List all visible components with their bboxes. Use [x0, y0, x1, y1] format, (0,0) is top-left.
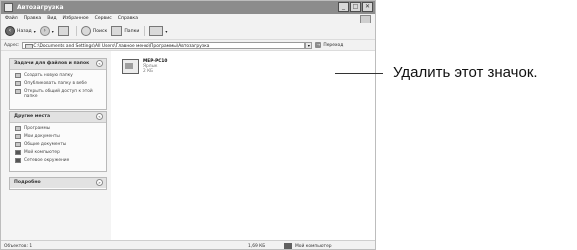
address-dropdown-button[interactable]: ▾ — [305, 41, 313, 49]
task-publish-web[interactable]: Опубликовать папку в вебе — [15, 81, 106, 86]
task-pane: Задачи для файлов и папок « Создать нову… — [1, 51, 111, 240]
collapse-icon[interactable]: « — [96, 113, 103, 120]
folder-icon — [25, 43, 34, 48]
collapse-icon[interactable]: « — [96, 60, 103, 67]
toolbar-divider — [75, 26, 77, 36]
other-places-panel-header[interactable]: Другие места « — [10, 112, 106, 123]
title-bar[interactable]: Автозагрузка _ □ ✕ — [1, 1, 375, 14]
menu-help[interactable]: Справка — [118, 16, 138, 21]
place-my-computer[interactable]: Мой компьютер — [15, 150, 106, 155]
back-arrow-icon: ‹ — [5, 26, 15, 36]
shared-documents-icon — [15, 142, 21, 147]
other-places-panel-title: Другие места — [14, 114, 51, 119]
place-label: Мой компьютер — [24, 150, 60, 155]
close-button[interactable]: ✕ — [362, 2, 373, 12]
search-icon — [80, 26, 91, 36]
toolbar: ‹ Назад ▾ › ▾ Поиск Папки ▾ — [1, 23, 375, 40]
tasks-panel: Задачи для файлов и папок « Создать нову… — [9, 58, 107, 110]
address-label: Адрес: — [4, 42, 20, 48]
network-icon — [15, 158, 21, 163]
forward-dropdown-icon[interactable]: ▾ — [52, 29, 54, 34]
back-button[interactable]: ‹ Назад ▾ — [5, 26, 36, 36]
new-folder-icon — [15, 73, 21, 78]
folder-up-icon — [57, 26, 69, 36]
views-icon — [149, 26, 164, 36]
folders-button[interactable]: Папки — [111, 26, 139, 36]
tasks-panel-title: Задачи для файлов и папок — [14, 61, 90, 66]
address-bar: Адрес: C:\Documents and Settings\All Use… — [1, 40, 375, 51]
details-panel-header[interactable]: Подробно » — [10, 178, 106, 188]
tasks-panel-header[interactable]: Задачи для файлов и папок « — [10, 59, 106, 70]
place-label: Программы — [24, 126, 51, 131]
share-folder-icon — [15, 89, 21, 94]
shortcut-icon — [122, 59, 139, 74]
toolbar-divider-2 — [144, 26, 146, 36]
status-location-label: Мой компьютер — [295, 243, 332, 249]
menu-view[interactable]: Вид — [47, 16, 56, 21]
computer-icon — [284, 243, 292, 249]
task-label: Опубликовать папку в вебе — [24, 81, 87, 86]
go-arrow-icon: → — [315, 42, 322, 48]
menu-file[interactable]: Файл — [5, 16, 18, 21]
menu-edit[interactable]: Правка — [24, 16, 41, 21]
computer-icon — [15, 150, 21, 155]
task-label: Создать новую папку — [24, 73, 73, 78]
maximize-button[interactable]: □ — [350, 2, 361, 12]
callout-text: Удалить этот значок. — [393, 64, 538, 81]
address-field[interactable]: C:\Documents and Settings\All Users\Глав… — [22, 41, 306, 49]
task-new-folder[interactable]: Создать новую папку — [15, 73, 106, 78]
back-dropdown-icon[interactable]: ▾ — [34, 29, 36, 34]
status-location: Мой компьютер — [284, 243, 332, 249]
programs-folder-icon — [15, 126, 21, 131]
status-bar: Объектов: 1 1,69 КБ Мой компьютер — [1, 240, 375, 249]
shortcut-info: MEP-PC10 Ярлык 2 КБ — [143, 59, 167, 74]
folder-icon — [4, 3, 13, 12]
callout-line — [335, 73, 383, 74]
other-places-panel: Другие места « Программы Мои документы О… — [9, 111, 107, 172]
shortcut-item[interactable]: MEP-PC10 Ярлык 2 КБ — [122, 59, 167, 74]
place-my-documents[interactable]: Мои документы — [15, 134, 106, 139]
place-network[interactable]: Сетевое окружение — [15, 158, 106, 163]
folders-label: Папки — [124, 28, 140, 34]
status-size: 1,69 КБ — [248, 244, 266, 249]
publish-web-icon — [15, 81, 21, 86]
up-button[interactable] — [57, 26, 71, 36]
forward-arrow-icon: › — [39, 26, 50, 36]
explorer-window: Автозагрузка _ □ ✕ Файл Правка Вид Избра… — [0, 0, 376, 250]
menu-favorites[interactable]: Избранное — [63, 16, 89, 21]
file-list-area[interactable]: MEP-PC10 Ярлык 2 КБ — [111, 51, 375, 240]
back-label: Назад — [17, 28, 32, 34]
place-shared-documents[interactable]: Общие документы — [15, 142, 106, 147]
go-label: Переход — [323, 42, 344, 48]
folders-icon — [111, 26, 123, 36]
my-documents-icon — [15, 134, 21, 139]
menu-tools[interactable]: Сервис — [95, 16, 112, 21]
views-dropdown-icon: ▾ — [165, 28, 168, 34]
window-controls: _ □ ✕ — [338, 2, 373, 12]
details-panel: Подробно » — [9, 177, 107, 190]
place-label: Мои документы — [24, 134, 60, 139]
minimize-button[interactable]: _ — [338, 2, 349, 12]
place-programs[interactable]: Программы — [15, 126, 106, 131]
expand-icon[interactable]: » — [96, 179, 103, 186]
task-share-folder[interactable]: Открыть общий доступ к этой папке — [15, 89, 106, 99]
task-label: Открыть общий доступ к этой папке — [24, 89, 93, 99]
shortcut-size: 2 КБ — [143, 69, 154, 74]
search-label: Поиск — [92, 28, 108, 34]
place-label: Общие документы — [24, 142, 67, 147]
status-objects: Объектов: 1 — [4, 244, 33, 249]
details-panel-title: Подробно — [14, 180, 41, 185]
go-button[interactable]: → Переход — [315, 42, 343, 48]
views-button[interactable]: ▾ — [149, 26, 167, 36]
window-title: Автозагрузка — [17, 4, 64, 11]
forward-button[interactable]: › ▾ — [39, 26, 54, 36]
address-path: C:\Documents and Settings\All Users\Глав… — [33, 43, 210, 49]
search-button[interactable]: Поиск — [80, 26, 108, 36]
place-label: Сетевое окружение — [24, 158, 70, 163]
